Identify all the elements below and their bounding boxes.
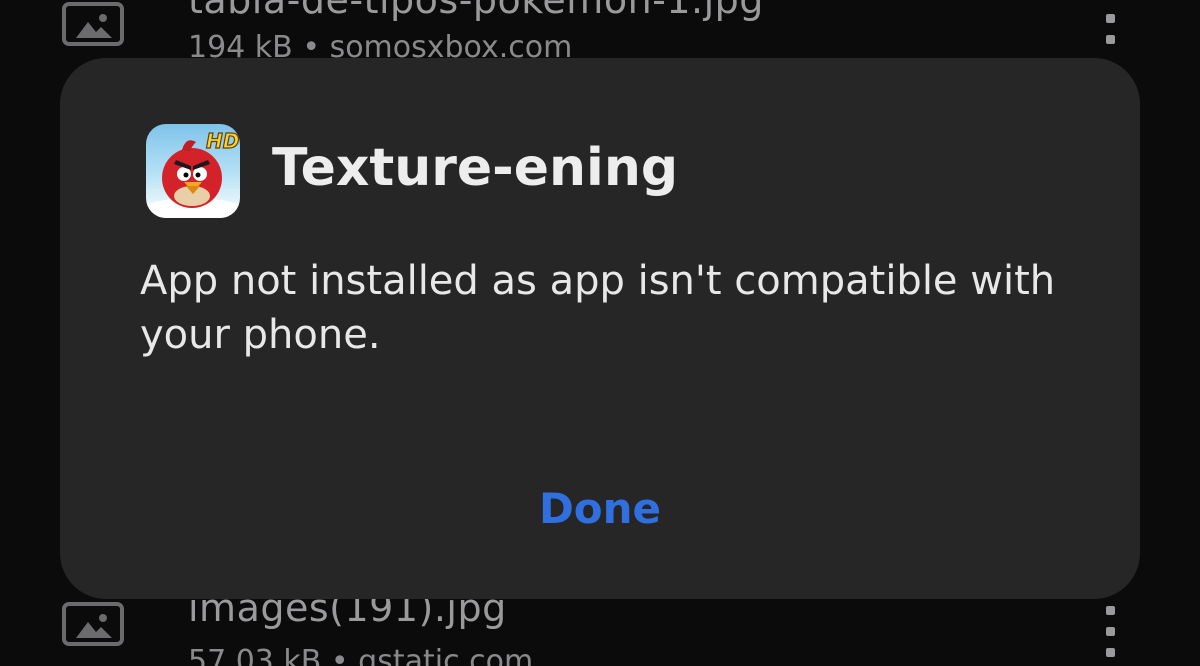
- file-name: tabla-de-tipos-pokemon-1.jpg: [188, 0, 764, 22]
- image-thumbnail-icon: [62, 2, 124, 46]
- meta-separator: •: [330, 644, 349, 666]
- done-button[interactable]: Done: [480, 474, 720, 544]
- dialog-title: Texture-ening: [272, 138, 679, 198]
- more-options-icon[interactable]: [1098, 606, 1122, 666]
- angry-birds-hd-icon: HD: [146, 124, 240, 218]
- more-options-icon[interactable]: [1098, 14, 1122, 56]
- dialog-message: App not installed as app isn't compatibl…: [140, 258, 1056, 358]
- image-thumbnail-icon: [62, 602, 124, 646]
- app-not-installed-dialog: HD Texture-ening App not installed as ap…: [60, 58, 1140, 599]
- file-meta: 57.03 kB • gstatic.com: [188, 644, 533, 666]
- file-source: gstatic.com: [358, 644, 534, 666]
- file-size: 57.03 kB: [188, 644, 322, 666]
- screen: tabla-de-tipos-pokemon-1.jpg 194 kB • so…: [0, 0, 1200, 666]
- svg-text:HD: HD: [206, 129, 239, 153]
